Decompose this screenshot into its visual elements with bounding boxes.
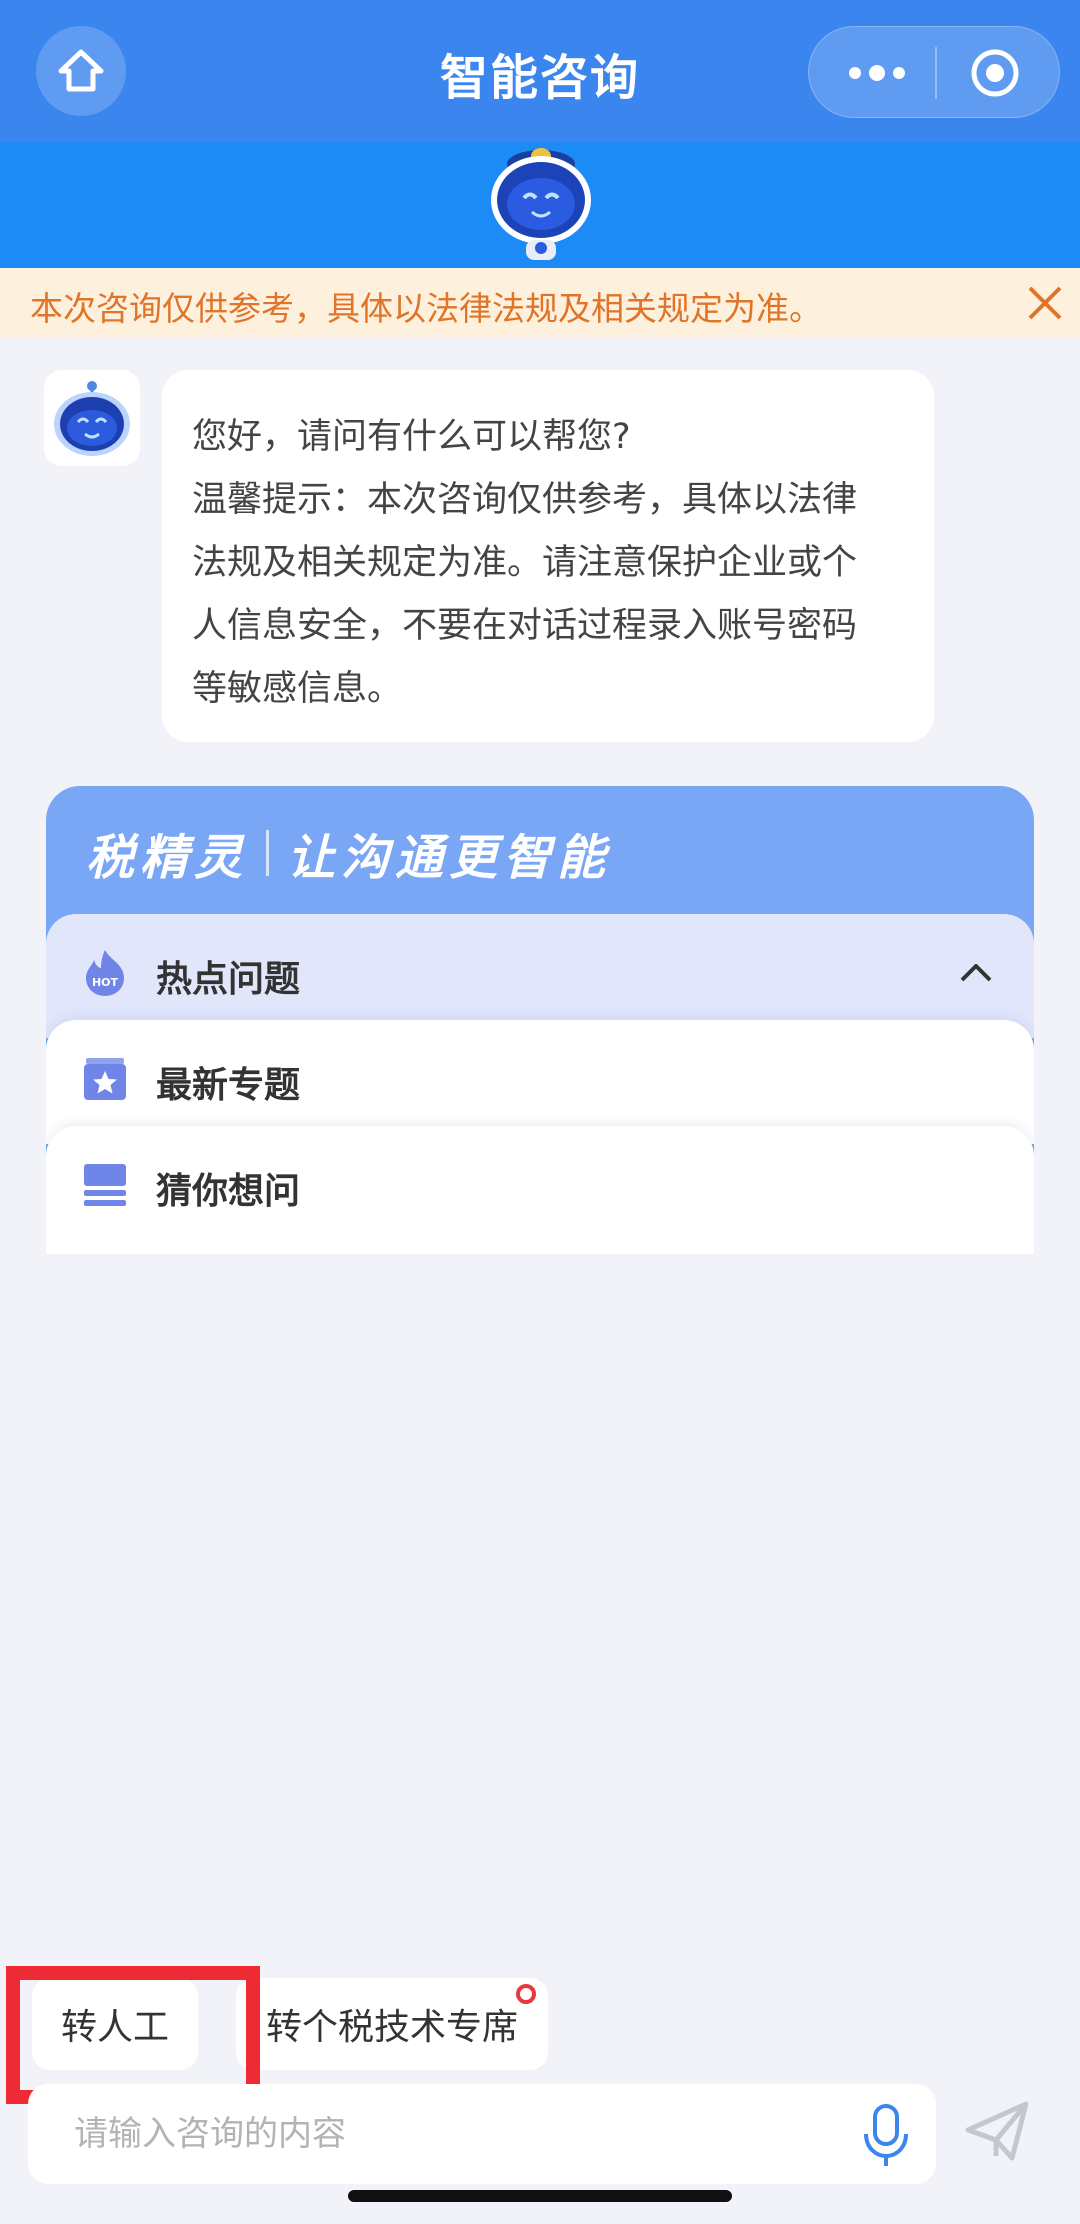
message-line: 您好，请问有什么可以帮您? <box>192 417 631 457</box>
tab-hot-questions-label: 热点问题 <box>156 959 301 1000</box>
slogan-divider <box>266 830 270 876</box>
star-topic-icon <box>84 1058 126 1100</box>
bot-message-bubble: 您好，请问有什么可以帮您? 温馨提示：本次咨询仅供参考，具体以法律 法规及相关规… <box>162 370 934 742</box>
notice-close-button[interactable] <box>1022 280 1068 326</box>
home-indicator <box>348 2190 732 2202</box>
close-icon <box>1028 286 1062 320</box>
tab-latest-topics-label: 最新专题 <box>156 1065 301 1106</box>
message-line: 法规及相关规定为准。请注意保护企业或个 <box>192 543 858 583</box>
microphone-icon[interactable] <box>856 2102 916 2170</box>
svg-text:HOT: HOT <box>92 976 119 989</box>
message-line: 等敏感信息。 <box>192 669 403 709</box>
more-dots-icon <box>849 65 905 81</box>
close-program-button[interactable] <box>945 27 1045 119</box>
send-icon[interactable] <box>962 2096 1032 2166</box>
capsule-divider <box>935 47 937 99</box>
message-input[interactable] <box>74 2084 834 2184</box>
more-button[interactable] <box>827 27 927 119</box>
chevron-up-icon[interactable] <box>954 950 998 994</box>
message-line: 人信息安全，不要在对话过程录入账号密码 <box>192 606 858 646</box>
slogan-brand: 税精灵 <box>86 830 249 886</box>
disclaimer-notice: 本次咨询仅供参考，具体以法律法规及相关规定为准。 <box>0 268 1080 338</box>
tab-guess-questions-label: 猜你想问 <box>156 1171 301 1212</box>
list-stack-icon <box>84 1164 126 1206</box>
robot-avatar-icon <box>54 381 130 456</box>
notice-text: 本次咨询仅供参考，具体以法律法规及相关规定为准。 <box>30 289 822 328</box>
message-line: 温馨提示：本次咨询仅供参考，具体以法律 <box>192 480 858 520</box>
robot-mascot-icon <box>491 148 591 260</box>
tab-guess-questions[interactable]: 猜你想问 <box>46 1126 1034 1254</box>
new-badge-dot <box>516 1984 536 2004</box>
quick-question-card: 税精灵 让沟通更智能 HOT 热点问题 最新专题 猜你想问 <box>46 786 1034 1254</box>
input-bar <box>28 2084 936 2184</box>
card-slogan: 税精灵 让沟通更智能 <box>86 808 611 898</box>
slogan-tagline: 让沟通更智能 <box>287 830 612 886</box>
nav-header: 智能咨询 <box>0 0 1080 142</box>
mini-program-capsule <box>808 26 1060 118</box>
bot-avatar <box>44 370 140 466</box>
hot-flame-icon: HOT <box>86 950 124 996</box>
mascot-banner <box>0 142 1080 268</box>
target-icon <box>971 49 1019 97</box>
transfer-tax-expert-button[interactable]: 转个税技术专席 <box>236 1978 548 2070</box>
